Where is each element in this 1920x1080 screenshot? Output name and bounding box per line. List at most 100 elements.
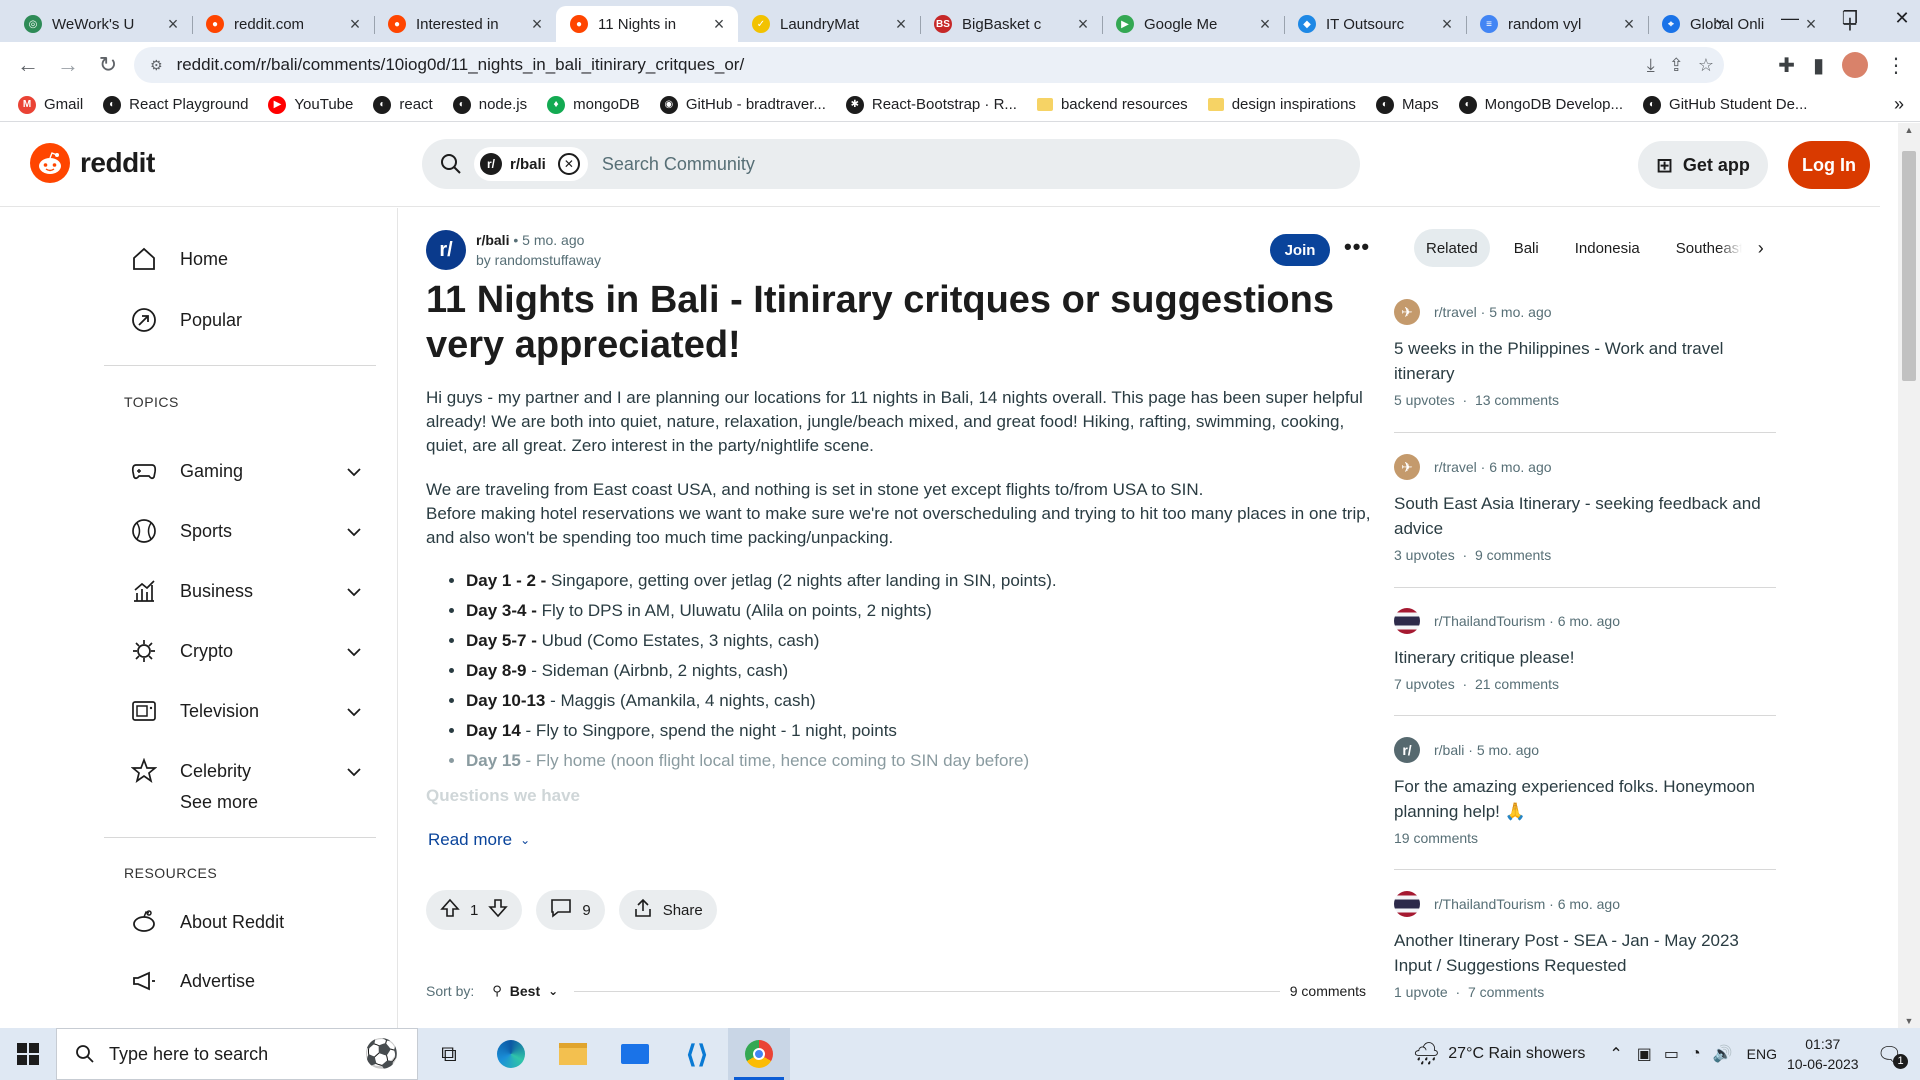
related-title[interactable]: Another Itinerary Post - SEA - Jan - May…: [1394, 928, 1776, 978]
tab-search-icon[interactable]: ⌄: [1690, 0, 1750, 36]
tab-close-icon[interactable]: ×: [1256, 14, 1274, 35]
subreddit-avatar[interactable]: r/: [426, 230, 466, 270]
bookmark-item[interactable]: ◐ Maps: [1375, 95, 1439, 114]
bookmark-item[interactable]: ◉ GitHub - bradtraver...: [659, 95, 826, 114]
chrome-icon[interactable]: [728, 1028, 790, 1080]
browser-tab[interactable]: ● Interested in ×: [374, 6, 556, 42]
profile-avatar[interactable]: [1842, 52, 1868, 78]
side-panel-icon[interactable]: ▮: [1813, 53, 1824, 78]
topic-gaming[interactable]: Gaming: [130, 451, 361, 491]
related-title[interactable]: South East Asia Itinerary - seeking feed…: [1394, 491, 1776, 541]
sort-dropdown[interactable]: ⚲ Best ⌄: [492, 983, 558, 999]
search-bar[interactable]: r/ r/bali ✕ Search Community: [422, 139, 1360, 189]
file-explorer-icon[interactable]: [542, 1028, 604, 1080]
browser-tab[interactable]: ● 11 Nights in ×: [556, 6, 738, 42]
see-more-link[interactable]: See more: [180, 782, 258, 822]
browser-tab[interactable]: BS BigBasket c ×: [920, 6, 1102, 42]
clock[interactable]: 01:37 10-06-2023: [1787, 1034, 1859, 1074]
task-view-icon[interactable]: ⧉: [418, 1028, 480, 1080]
chevron-right-icon[interactable]: ›: [1758, 238, 1764, 259]
get-app-button[interactable]: ⊞ Get app: [1638, 141, 1768, 189]
browser-tab[interactable]: ● reddit.com ×: [192, 6, 374, 42]
related-post[interactable]: r/r/bali · 5 mo. ago For the amazing expe…: [1394, 737, 1776, 846]
related-subreddit[interactable]: r/travel: [1434, 304, 1477, 320]
related-subreddit[interactable]: r/ThailandTourism: [1434, 896, 1545, 912]
bookmark-item[interactable]: ♦ mongoDB: [547, 95, 640, 114]
extensions-icon[interactable]: ✚: [1778, 53, 1795, 78]
chevron-down-icon[interactable]: [346, 521, 362, 542]
downvote-icon[interactable]: [488, 898, 509, 922]
community-filter-chip[interactable]: r/ r/bali ✕: [474, 147, 588, 181]
related-post[interactable]: r/ThailandTourism · 6 mo. ago Another Iti…: [1394, 891, 1776, 1000]
related-post[interactable]: ✈ r/travel · 6 mo. ago South East Asia Iti…: [1394, 454, 1776, 563]
topic-business[interactable]: Business: [130, 571, 361, 611]
edge-browser-icon[interactable]: [480, 1028, 542, 1080]
bookmark-item[interactable]: ◐ node.js: [452, 95, 527, 114]
browser-tab[interactable]: ▶ Google Me ×: [1102, 6, 1284, 42]
vscode-icon[interactable]: ⟨⟩: [666, 1028, 728, 1080]
battery-icon[interactable]: ▭: [1664, 1044, 1679, 1064]
tab-close-icon[interactable]: ×: [164, 14, 182, 35]
bookmark-item[interactable]: ◐ react: [373, 95, 433, 114]
chevron-down-icon[interactable]: [346, 641, 362, 662]
comments-button[interactable]: 9: [536, 890, 605, 930]
bookmarks-overflow-icon[interactable]: »: [1894, 94, 1904, 115]
tab-close-icon[interactable]: ×: [528, 14, 546, 35]
chevron-down-icon[interactable]: [346, 701, 362, 722]
browser-tab[interactable]: ✓ LaundryMat ×: [738, 6, 920, 42]
topic-sports[interactable]: Sports: [130, 511, 361, 551]
tab-close-icon[interactable]: ×: [1620, 14, 1638, 35]
related-subreddit[interactable]: r/travel: [1434, 459, 1477, 475]
network-icon[interactable]: ◔: [1691, 1045, 1701, 1063]
back-icon[interactable]: ←: [8, 45, 48, 85]
bookmark-star-icon[interactable]: ☆: [1698, 55, 1714, 76]
meet-icon[interactable]: ▣: [1637, 1044, 1652, 1064]
notifications-icon[interactable]: 🗨 1: [1877, 1042, 1908, 1069]
subreddit-link[interactable]: r/bali: [476, 232, 509, 248]
clear-chip-icon[interactable]: ✕: [557, 153, 580, 175]
scroll-down-icon[interactable]: ▼: [1898, 1016, 1920, 1026]
minimize-icon[interactable]: —: [1760, 0, 1820, 36]
search-input[interactable]: Search Community: [602, 154, 755, 175]
nav-home[interactable]: Home: [130, 239, 228, 279]
topic-crypto[interactable]: Crypto: [130, 631, 361, 671]
scroll-up-icon[interactable]: ▲: [1898, 125, 1920, 135]
related-title[interactable]: For the amazing experienced folks. Honey…: [1394, 774, 1776, 824]
browser-tab[interactable]: ◆ IT Outsourc ×: [1284, 6, 1466, 42]
weather-text[interactable]: 27°C Rain showers: [1448, 1045, 1585, 1063]
browser-tab[interactable]: ◎ WeWork's U ×: [10, 6, 192, 42]
tab-close-icon[interactable]: ×: [1438, 14, 1456, 35]
forward-icon[interactable]: →: [48, 45, 88, 85]
related-title[interactable]: Itinerary critique please!: [1394, 645, 1776, 670]
upvote-icon[interactable]: [440, 898, 460, 922]
scrollbar-thumb[interactable]: [1902, 151, 1916, 381]
related-subreddit[interactable]: r/bali: [1434, 742, 1464, 758]
restore-icon[interactable]: ❐: [1820, 0, 1880, 36]
bookmark-item[interactable]: M Gmail: [18, 95, 83, 114]
bookmark-item[interactable]: ◐ React Playground: [103, 95, 248, 114]
more-options-icon[interactable]: •••: [1344, 234, 1370, 260]
share-button[interactable]: Share: [618, 890, 717, 930]
language-indicator[interactable]: ENG: [1747, 1046, 1777, 1062]
related-subreddit[interactable]: r/ThailandTourism: [1434, 613, 1545, 629]
post-author[interactable]: by randomstuffaway: [476, 250, 601, 270]
install-icon[interactable]: ⤓: [1647, 55, 1655, 76]
bookmark-item[interactable]: design inspirations: [1207, 96, 1356, 113]
mail-icon[interactable]: [604, 1028, 666, 1080]
bookmark-item[interactable]: ◐ MongoDB Develop...: [1458, 95, 1623, 114]
related-post[interactable]: ✈ r/travel · 5 mo. ago 5 weeks in the Phil…: [1394, 299, 1776, 408]
close-window-icon[interactable]: ✕: [1872, 0, 1920, 36]
join-button[interactable]: Join: [1270, 234, 1330, 266]
bookmark-item[interactable]: ◐ GitHub Student De...: [1643, 95, 1807, 114]
reload-icon[interactable]: ↻: [88, 45, 128, 85]
tab-close-icon[interactable]: ×: [892, 14, 910, 35]
volume-icon[interactable]: 🔊: [1713, 1044, 1733, 1064]
tab-close-icon[interactable]: ×: [1074, 14, 1092, 35]
windows-start-icon[interactable]: [0, 1028, 56, 1080]
bookmark-item[interactable]: ✱ React-Bootstrap · R...: [845, 95, 1017, 114]
browser-menu-icon[interactable]: ⋮: [1886, 53, 1906, 78]
share-page-icon[interactable]: ⇪: [1669, 55, 1684, 76]
related-title[interactable]: 5 weeks in the Philippines - Work and tr…: [1394, 336, 1776, 386]
bookmark-item[interactable]: backend resources: [1036, 96, 1188, 113]
tab-southeast-asia[interactable]: Southeast Asia: [1664, 229, 1742, 267]
